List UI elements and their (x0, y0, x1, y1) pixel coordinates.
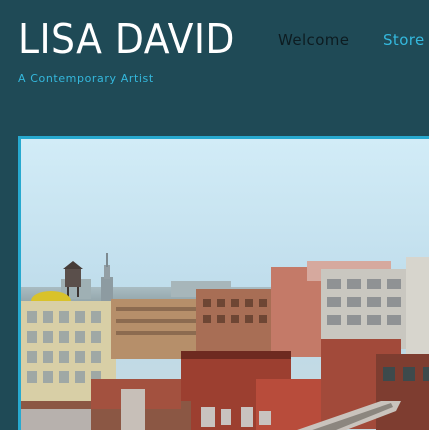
artwork-image[interactable] (18, 136, 429, 430)
cityscape-painting (21, 139, 429, 430)
nav-item-welcome[interactable]: Welcome (278, 31, 349, 49)
nav-item-store[interactable]: Store (383, 31, 425, 49)
site-tagline: A Contemporary Artist (18, 72, 154, 85)
site-title[interactable]: LISA DAVID (18, 14, 235, 64)
page: LISA DAVID A Contemporary Artist Welcome… (0, 0, 429, 430)
